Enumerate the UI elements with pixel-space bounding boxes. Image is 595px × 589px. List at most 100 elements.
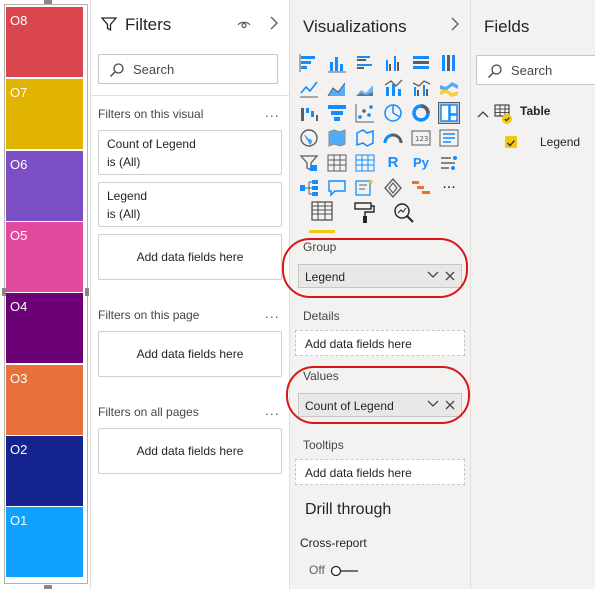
- analytics-tab[interactable]: [386, 198, 422, 234]
- matrix-icon[interactable]: [354, 152, 376, 174]
- analytics-magnifier-icon: [394, 203, 414, 223]
- clustered-column-chart-icon[interactable]: [382, 52, 404, 74]
- fields-search-input[interactable]: Search: [476, 55, 595, 85]
- python-visual-icon[interactable]: Py: [410, 152, 432, 174]
- 100-stacked-bar-chart-icon[interactable]: [410, 52, 432, 74]
- power-apps-icon[interactable]: [382, 177, 404, 199]
- smart-narrative-icon[interactable]: [354, 177, 376, 199]
- treemap-block-o3[interactable]: O3: [6, 365, 83, 435]
- divider: [91, 95, 290, 96]
- treemap-visual[interactable]: O8 O7 O6 O5 O4 O3 O2 O1: [0, 0, 90, 589]
- gauge-icon[interactable]: [382, 127, 404, 149]
- treemap-block-o1[interactable]: O1: [6, 507, 83, 577]
- details-label: Details: [303, 309, 340, 323]
- stacked-bar-chart-icon[interactable]: [298, 52, 320, 74]
- format-tab[interactable]: [346, 198, 382, 234]
- field-checkbox[interactable]: [505, 136, 517, 148]
- treemap-block-o4[interactable]: O4: [6, 293, 83, 363]
- line-chart-icon[interactable]: [298, 77, 320, 99]
- r-script-visual-icon[interactable]: R: [382, 152, 404, 174]
- search-placeholder: Search: [511, 63, 553, 78]
- tooltips-drop-zone[interactable]: Add data fields here: [295, 459, 465, 485]
- treemap-block-o2[interactable]: O2: [6, 436, 83, 506]
- area-chart-icon[interactable]: [326, 77, 348, 99]
- cross-report-toggle[interactable]: Off: [309, 563, 360, 577]
- key-influencers-icon[interactable]: [438, 152, 460, 174]
- shape-map-icon[interactable]: [354, 127, 376, 149]
- resize-handle-top[interactable]: [44, 0, 52, 4]
- treemap-block-o7[interactable]: O7: [6, 79, 83, 149]
- qna-icon[interactable]: [326, 177, 348, 199]
- drop-zone-text: Add data fields here: [136, 444, 244, 458]
- tooltips-label: Tooltips: [303, 438, 344, 452]
- more-options-icon[interactable]: ...: [265, 305, 280, 321]
- table-icon[interactable]: [326, 152, 348, 174]
- line-and-clustered-column-chart-icon[interactable]: [410, 77, 432, 99]
- multi-row-card-icon[interactable]: [438, 127, 460, 149]
- stacked-area-chart-icon[interactable]: [354, 77, 376, 99]
- clustered-bar-chart-icon[interactable]: [354, 52, 376, 74]
- filters-search-input[interactable]: Search: [98, 54, 278, 84]
- filters-on-visual-label: Filters on this visual: [98, 107, 204, 121]
- decomposition-tree-icon[interactable]: [298, 177, 320, 199]
- cross-report-label: Cross-report: [300, 536, 367, 550]
- block-label: O4: [10, 299, 28, 314]
- filter-card-condition: is (All): [107, 155, 141, 169]
- filter-card-field: Count of Legend: [107, 137, 196, 151]
- treemap-icon[interactable]: [438, 102, 460, 124]
- fields-pane: Fields Search Table Legend: [470, 0, 595, 589]
- toggle-switch-icon: [330, 565, 359, 576]
- ribbon-chart-icon[interactable]: [438, 77, 460, 99]
- more-options-icon[interactable]: ...: [265, 104, 280, 120]
- collapse-chevron-icon[interactable]: [269, 16, 279, 35]
- collapse-chevron-icon[interactable]: [450, 17, 460, 36]
- stacked-column-chart-icon[interactable]: [326, 52, 348, 74]
- line-and-stacked-column-chart-icon[interactable]: [382, 77, 404, 99]
- filter-card-legend[interactable]: Legend is (All): [98, 182, 282, 227]
- block-label: O1: [10, 513, 28, 528]
- table-name[interactable]: Table: [520, 104, 550, 118]
- more-visuals-icon[interactable]: ...: [438, 176, 460, 199]
- filter-card-count-of-legend[interactable]: Count of Legend is (All): [98, 130, 282, 175]
- 100-stacked-column-chart-icon[interactable]: [438, 52, 460, 74]
- scatter-chart-icon[interactable]: [354, 102, 376, 124]
- fields-title: Fields: [484, 17, 530, 36]
- visualizations-pane: Visualizations 123 R Py ... Group Legend…: [282, 0, 470, 589]
- filled-map-icon[interactable]: [326, 127, 348, 149]
- checkmark-icon: [507, 140, 515, 147]
- search-icon: [110, 63, 124, 77]
- treemap-block-o5[interactable]: O5: [6, 222, 83, 292]
- card-icon[interactable]: 123: [410, 127, 432, 149]
- all-pages-filters-drop-zone[interactable]: Add data fields here: [98, 428, 282, 474]
- more-options-icon[interactable]: ...: [265, 402, 280, 418]
- resize-handle-right[interactable]: [85, 288, 89, 296]
- field-name-legend[interactable]: Legend: [540, 135, 580, 149]
- filters-on-page-label: Filters on this page: [98, 308, 200, 322]
- annotation-circle-group: [282, 238, 468, 298]
- treemap-block-o6[interactable]: O6: [6, 151, 83, 221]
- drop-zone-text: Add data fields here: [305, 466, 412, 480]
- block-label: O5: [10, 228, 28, 243]
- fields-tab[interactable]: [304, 198, 340, 234]
- pie-chart-icon[interactable]: [382, 102, 404, 124]
- svg-text:123: 123: [415, 135, 428, 143]
- map-icon[interactable]: [298, 127, 320, 149]
- treemap-block-o8[interactable]: O8: [6, 7, 83, 77]
- drop-zone-text: Add data fields here: [136, 250, 244, 264]
- kpi-icon[interactable]: [298, 152, 320, 174]
- page-filters-drop-zone[interactable]: Add data fields here: [98, 331, 282, 377]
- block-label: O7: [10, 85, 28, 100]
- filters-on-all-pages-label: Filters on all pages: [98, 405, 199, 419]
- resize-handle-bottom[interactable]: [44, 585, 52, 589]
- block-label: O2: [10, 442, 28, 457]
- resize-handle-left[interactable]: [2, 288, 6, 296]
- waterfall-chart-icon[interactable]: [298, 102, 320, 124]
- visual-filters-drop-zone[interactable]: Add data fields here: [98, 234, 282, 280]
- filter-card-condition: is (All): [107, 207, 141, 221]
- expand-chevron-icon[interactable]: [477, 106, 489, 124]
- gantt-chart-icon[interactable]: [410, 177, 432, 199]
- funnel-chart-icon[interactable]: [326, 102, 348, 124]
- details-drop-zone[interactable]: Add data fields here: [295, 330, 465, 356]
- eye-icon[interactable]: [237, 18, 251, 36]
- donut-chart-icon[interactable]: [410, 102, 432, 124]
